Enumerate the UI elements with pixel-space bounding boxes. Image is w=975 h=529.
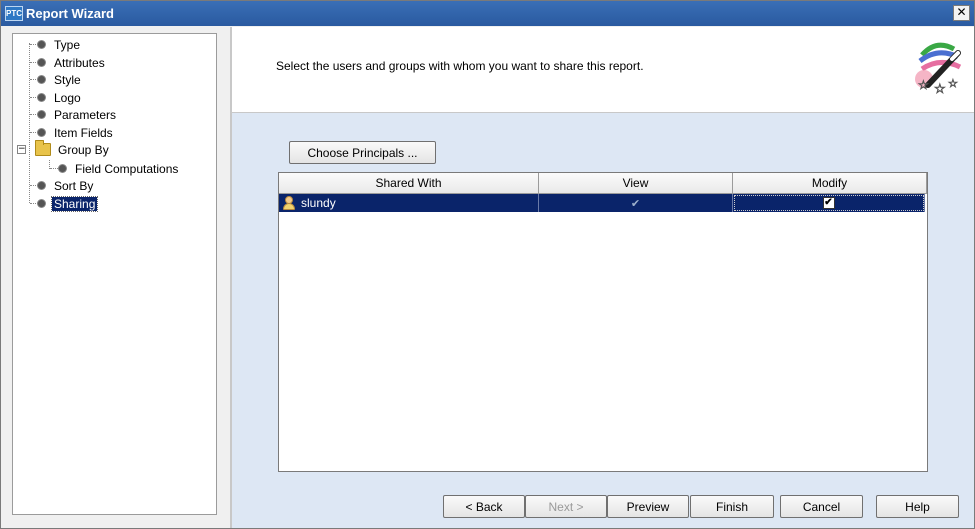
tree-item-label: Attributes	[54, 55, 105, 70]
help-button[interactable]: Help	[876, 495, 959, 518]
tree-item-style[interactable]: Style	[38, 71, 83, 88]
step-header: Select the users and groups with whom yo…	[232, 27, 974, 113]
column-header-view[interactable]: View	[539, 173, 733, 194]
tree-item-label: Item Fields	[54, 125, 113, 140]
preview-button[interactable]: Preview	[607, 495, 689, 518]
tree-item-label: Style	[54, 72, 81, 87]
step-instruction: Select the users and groups with whom yo…	[276, 59, 644, 73]
tree-item-sort-by[interactable]: Sort By	[38, 177, 95, 194]
view-cell[interactable]: ✔	[539, 194, 733, 212]
tree-item-label: Sharing	[50, 195, 99, 212]
tree-item-label: Group By	[58, 142, 109, 157]
report-wizard-window: PTC Report Wizard ✕ Type Attributes Styl…	[0, 0, 975, 529]
tree-item-field-computations[interactable]: Field Computations	[59, 160, 180, 177]
bullet-icon	[59, 165, 66, 172]
finish-button[interactable]: Finish	[690, 495, 774, 518]
svg-text:☆: ☆	[948, 77, 958, 90]
tree-item-label: Logo	[54, 90, 81, 105]
cancel-button[interactable]: Cancel	[780, 495, 863, 518]
collapse-toggle[interactable]: −	[17, 145, 26, 154]
title-bar: PTC Report Wizard ✕	[1, 1, 974, 26]
principal-name: slundy	[301, 196, 336, 210]
svg-text:☆: ☆	[934, 82, 946, 97]
back-button[interactable]: < Back	[443, 495, 525, 518]
tree-item-label: Parameters	[54, 107, 117, 122]
wizard-steps-tree: Type Attributes Style Logo Parameters It…	[12, 33, 217, 515]
next-button[interactable]: Next >	[525, 495, 607, 518]
window-title: Report Wizard	[26, 6, 114, 21]
bullet-icon	[38, 182, 45, 189]
close-button[interactable]: ✕	[953, 5, 970, 21]
view-check-icon: ✔	[630, 197, 641, 210]
bullet-icon	[38, 41, 45, 48]
column-header-modify[interactable]: Modify	[733, 173, 927, 194]
tree-item-group-by[interactable]: Group By	[35, 140, 111, 158]
modify-checkbox[interactable]: ✔	[822, 197, 835, 209]
magic-wand-icon: ☆ ☆ ☆	[915, 42, 962, 97]
shared-with-cell[interactable]: slundy	[279, 194, 539, 212]
tree-trunk-line	[29, 43, 30, 203]
svg-text:☆: ☆	[918, 78, 929, 92]
column-header-shared-with[interactable]: Shared With	[279, 173, 539, 194]
bullet-icon	[38, 59, 45, 66]
tree-item-item-fields[interactable]: Item Fields	[38, 124, 115, 141]
ptc-logo-icon: PTC	[5, 6, 23, 21]
choose-principals-button[interactable]: Choose Principals ...	[289, 141, 436, 164]
tree-item-label: Type	[54, 37, 81, 52]
user-icon	[282, 196, 296, 210]
bullet-icon	[38, 129, 45, 136]
tree-item-type[interactable]: Type	[38, 36, 82, 53]
bullet-icon	[38, 76, 45, 83]
tree-item-sharing[interactable]: Sharing	[38, 195, 99, 212]
tree-item-logo[interactable]: Logo	[38, 89, 83, 106]
sharing-table: Shared With View Modify slundy ✔ ✔	[278, 172, 928, 472]
tree-item-label: Field Computations	[75, 161, 179, 176]
modify-cell[interactable]: ✔	[733, 194, 925, 212]
tree-item-attributes[interactable]: Attributes	[38, 54, 107, 71]
table-row[interactable]: slundy ✔ ✔	[279, 194, 927, 212]
bullet-icon	[38, 200, 45, 207]
tree-item-label: Sort By	[54, 178, 94, 193]
bullet-icon	[38, 111, 45, 118]
bullet-icon	[38, 94, 45, 101]
folder-open-icon	[35, 140, 51, 156]
tree-item-parameters[interactable]: Parameters	[38, 106, 118, 123]
